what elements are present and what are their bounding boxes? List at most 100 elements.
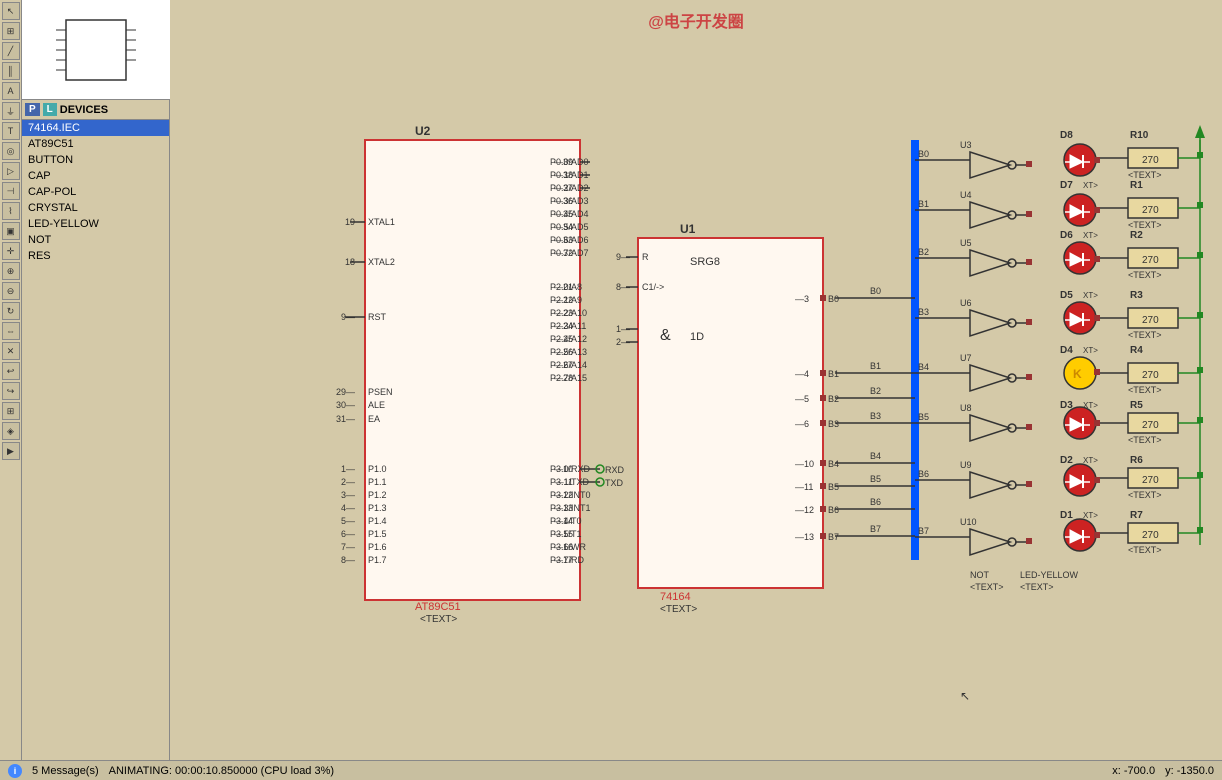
svg-text:B3: B3 (828, 419, 839, 429)
svg-text:XT>: XT> (1083, 291, 1098, 300)
tool-run[interactable]: ▶ (2, 442, 20, 460)
tool-arrow[interactable]: ↖ (2, 2, 20, 20)
device-item-at89c51[interactable]: AT89C51 (22, 136, 169, 152)
status-bar: i 5 Message(s) ANIMATING: 00:00:10.85000… (0, 760, 1222, 780)
svg-text:—11: —11 (555, 477, 573, 487)
device-item-74164[interactable]: 74164.IEC (22, 120, 169, 136)
svg-text:8—: 8— (341, 555, 355, 565)
tool-tape[interactable]: ▣ (2, 222, 20, 240)
tool-text[interactable]: T (2, 122, 20, 140)
svg-text:R5: R5 (1130, 400, 1143, 411)
tool-mirror[interactable]: ⇔ (2, 322, 20, 340)
u3-not-gate[interactable]: U3 (960, 140, 1032, 178)
svg-text:1—: 1— (341, 464, 355, 474)
tool-zoom-out[interactable]: ⊖ (2, 282, 20, 300)
svg-text:U9: U9 (960, 460, 972, 470)
tool-terminal[interactable]: ▷ (2, 162, 20, 180)
u6-not-gate[interactable]: U6 (960, 298, 1032, 336)
tool-rotate[interactable]: ↻ (2, 302, 20, 320)
main-canvas[interactable]: @电子开发圈 U2 19 XTAL1 18 XTAL2 9— RST 29— P… (170, 0, 1222, 760)
tool-snap[interactable]: ◈ (2, 422, 20, 440)
svg-text:XT>: XT> (1083, 181, 1098, 190)
svg-text:TXD: TXD (605, 478, 624, 488)
tool-grid[interactable]: ⊞ (2, 402, 20, 420)
svg-text:B1: B1 (828, 369, 839, 379)
d6-led[interactable]: D6 XT> (1060, 230, 1100, 274)
svg-text:B0: B0 (828, 294, 839, 304)
r6-resistor[interactable]: R6 270 <TEXT> (1100, 455, 1203, 500)
svg-text:—6: —6 (795, 419, 809, 429)
svg-text:—10: —10 (795, 459, 814, 469)
svg-text:P1.2: P1.2 (368, 490, 387, 500)
component-panel: P L DEVICES 74164.IEC AT89C51 BUTTON CAP… (22, 0, 170, 760)
svg-text:D1: D1 (1060, 510, 1073, 521)
r4-resistor[interactable]: R4 270 <TEXT> (1100, 345, 1203, 395)
u7-not-gate[interactable]: U7 (960, 353, 1032, 391)
svg-text:—24: —24 (554, 321, 573, 331)
svg-text:—13: —13 (795, 532, 814, 542)
svg-text:PSEN: PSEN (368, 387, 393, 397)
device-item-button[interactable]: BUTTON (22, 152, 169, 168)
tool-bus[interactable]: ║ (2, 62, 20, 80)
svg-text:U4: U4 (960, 190, 972, 200)
u2-chip[interactable]: U2 19 XTAL1 18 XTAL2 9— RST 29— PSEN 30—… (336, 124, 600, 625)
svg-text:—14: —14 (554, 516, 573, 526)
d4-led[interactable]: D4 XT> K (1060, 345, 1100, 389)
svg-text:<TEXT>: <TEXT> (1128, 385, 1162, 395)
device-item-led-yellow[interactable]: LED-YELLOW (22, 216, 169, 232)
svg-text:—38: —38 (554, 170, 573, 180)
svg-text:B2: B2 (828, 394, 839, 404)
r5-resistor[interactable]: R5 270 <TEXT> (1100, 400, 1203, 445)
svg-text:<TEXT>: <TEXT> (1128, 435, 1162, 445)
p-button[interactable]: P (25, 103, 40, 116)
device-item-not[interactable]: NOT (22, 232, 169, 248)
u1-chip[interactable]: U1 SRG8 9— R 8— C1/-> & 1D 1— 2— —3 (616, 222, 839, 615)
d5-led[interactable]: D5 XT> (1060, 290, 1100, 334)
tool-probe[interactable]: ◎ (2, 142, 20, 160)
d3-led[interactable]: D3 XT> (1060, 400, 1100, 439)
r2-resistor[interactable]: R2 270 <TEXT> (1100, 230, 1203, 280)
svg-text:XT>: XT> (1083, 511, 1098, 520)
tool-zoom-in[interactable]: ⊕ (2, 262, 20, 280)
r10-resistor[interactable]: R10 270 <TEXT> (1100, 125, 1205, 180)
d1-led[interactable]: D1 XT> (1060, 510, 1100, 551)
device-item-cap[interactable]: CAP (22, 168, 169, 184)
svg-text:RST: RST (368, 312, 387, 322)
device-list: 74164.IEC AT89C51 BUTTON CAP CAP-POL CRY… (22, 120, 169, 264)
u5-not-gate[interactable]: U5 (960, 238, 1032, 276)
tool-label[interactable]: A (2, 82, 20, 100)
d7-led[interactable]: D7 XT> (1060, 180, 1100, 226)
svg-text:3—: 3— (341, 490, 355, 500)
tool-cursor[interactable]: ✛ (2, 242, 20, 260)
tool-undo[interactable]: ↩ (2, 362, 20, 380)
tool-component[interactable]: ⊞ (2, 22, 20, 40)
svg-text:270: 270 (1142, 420, 1159, 431)
svg-text:—12: —12 (795, 505, 814, 515)
svg-text:<TEXT>: <TEXT> (1128, 220, 1162, 230)
svg-text:R6: R6 (1130, 455, 1143, 466)
svg-text:P1.1: P1.1 (368, 477, 387, 487)
svg-text:—33: —33 (554, 235, 573, 245)
svg-text:D7: D7 (1060, 180, 1073, 191)
svg-text:B4: B4 (870, 451, 881, 461)
tool-power[interactable]: ⏚ (2, 102, 20, 120)
u4-not-gate[interactable]: U4 (960, 190, 1032, 228)
tool-delete[interactable]: ✕ (2, 342, 20, 360)
d2-led[interactable]: D2 XT> (1060, 455, 1100, 496)
device-item-crystal[interactable]: CRYSTAL (22, 200, 169, 216)
d8-led[interactable]: D8 (1060, 130, 1100, 176)
tool-redo[interactable]: ↪ (2, 382, 20, 400)
l-button[interactable]: L (43, 103, 57, 116)
u9-not-gate[interactable]: U9 (960, 460, 1032, 498)
tool-graph[interactable]: ⌇ (2, 202, 20, 220)
tool-pin[interactable]: ⊣ (2, 182, 20, 200)
u10-not-gate[interactable]: U10 (960, 517, 1032, 555)
r1-resistor[interactable]: R1 270 <TEXT> (1100, 180, 1203, 230)
device-item-res[interactable]: RES (22, 248, 169, 264)
svg-text:<TEXT>: <TEXT> (420, 614, 457, 625)
tool-wire[interactable]: ╱ (2, 42, 20, 60)
u8-not-gate[interactable]: U8 (960, 403, 1032, 441)
device-item-cap-pol[interactable]: CAP-POL (22, 184, 169, 200)
r7-resistor[interactable]: R7 270 <TEXT> (1100, 510, 1203, 555)
r3-resistor[interactable]: R3 270 <TEXT> (1100, 290, 1203, 340)
